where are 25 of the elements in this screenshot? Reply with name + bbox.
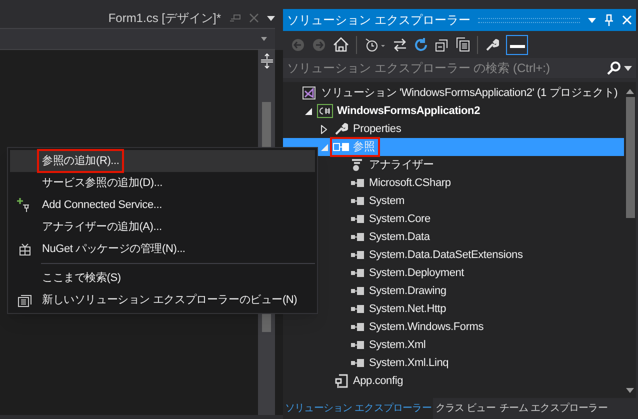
menu-item-label: サービス参照の追加(D)... (41, 176, 164, 191)
menu-item-label: 参照の追加(R)... (39, 150, 122, 172)
tree-item-label: 参照 (353, 140, 375, 155)
menu-item-label: Add Connected Service... (41, 198, 163, 213)
tree-item-label: System.Core (369, 212, 430, 227)
panel-title: ソリューション エクスプローラー (287, 12, 470, 29)
tree-item-label: ソリューション 'WindowsFormsApplication2' (1 プロジェクト) (321, 86, 618, 101)
tree-item-label: WindowsFormsApplication2 (337, 104, 480, 119)
tree-item-label: System.Data.DataSetExtensions (369, 248, 523, 263)
tree-item-label: Properties (353, 122, 402, 137)
menu-item-label: アナライザーの追加(A)... (41, 220, 163, 235)
tree-item-label: System (369, 194, 404, 209)
tree-item-label: アナライザー (369, 158, 434, 173)
tree-item-label: System.Data (369, 230, 430, 245)
tree-item-label: App.config (353, 374, 403, 389)
tree-item-label: Microsoft.CSharp (369, 176, 451, 191)
tree-item-label: System.Xml (369, 338, 426, 353)
menu-item-label: NuGet パッケージの管理(N)... (41, 242, 186, 257)
menu-item-label: 新しいソリューション エクスプローラーのビュー(N) (41, 292, 298, 308)
tree-item-label: System.Net.Http (369, 302, 446, 317)
tree-item-label: System.Deployment (369, 266, 464, 281)
tree-item-label: System.Xml.Linq (369, 356, 449, 371)
tree-item-label: System.Windows.Forms (369, 320, 484, 335)
menu-item-label: ここまで検索(S) (41, 270, 122, 286)
tree-item-label: System.Drawing (369, 284, 446, 299)
